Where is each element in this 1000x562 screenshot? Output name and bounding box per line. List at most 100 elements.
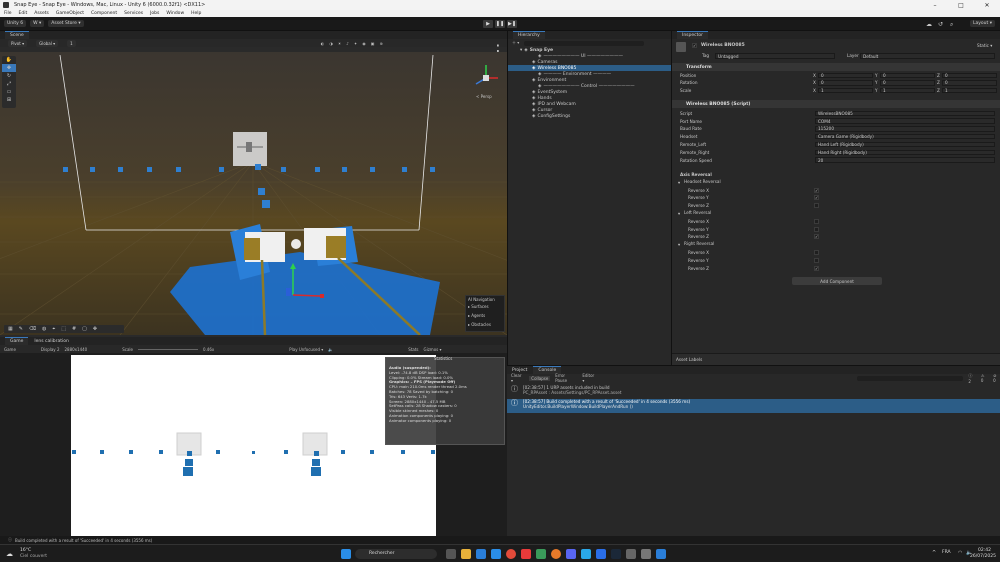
transform-z-field[interactable]: 0 — [942, 80, 997, 86]
scale-tool-icon[interactable]: ⤢ — [2, 80, 16, 88]
select-icon[interactable]: ⬚ — [61, 326, 66, 332]
script-field-value[interactable]: 20 — [815, 157, 995, 163]
clear-dropdown[interactable]: Clear ▾ — [511, 373, 524, 383]
unity-icon[interactable] — [641, 549, 651, 559]
menu-gameobject[interactable]: GameObject — [56, 11, 84, 16]
clock-date[interactable]: 26/07/2025 — [970, 554, 996, 559]
play-button[interactable]: ▶ — [483, 20, 493, 28]
weather-desc[interactable]: Ciel couvert — [20, 554, 47, 559]
tab-inspector[interactable]: Inspector — [677, 31, 708, 39]
transform-z-field[interactable]: 1 — [942, 87, 997, 93]
history-icon[interactable]: ↺ — [938, 21, 943, 28]
transform-x-field[interactable]: 0 — [818, 80, 873, 86]
scene-viewport[interactable]: ✋ ✥ ↻ ⤢ ▭ ⊞ < Persp ▦ ✎ ⌫ ◍ ⌖ ⬚ # ▢ ✥ AI Navigat… — [0, 52, 507, 335]
start-icon[interactable] — [341, 549, 351, 559]
warning-count[interactable]: ⚠ 0 — [981, 373, 988, 383]
transform-x-field[interactable]: 0 — [818, 72, 873, 78]
error-pause-toggle[interactable]: Error Pause — [555, 373, 577, 383]
console-log-entry[interactable]: ⓘ [02:38:57] 1 URP assets included in bui… — [507, 385, 1000, 399]
menu-edit[interactable]: Edit — [19, 11, 28, 16]
script-field-value[interactable]: COM4 — [815, 118, 995, 124]
pick-icon[interactable]: ⌖ — [52, 326, 55, 332]
menu-file[interactable]: File — [4, 11, 12, 16]
move-icon[interactable]: ✥ — [93, 326, 97, 332]
box-icon[interactable]: ▢ — [82, 326, 87, 332]
maximize-button[interactable]: □ — [948, 0, 974, 10]
grid-snap-field[interactable]: 1 — [67, 39, 76, 47]
account-dropdown[interactable]: Unity 6 — [4, 20, 27, 27]
reversal-checkbox[interactable] — [814, 249, 819, 255]
clock-time[interactable]: 02:42 — [978, 548, 991, 553]
rect-tool-icon[interactable]: ▭ — [2, 88, 16, 96]
asset-labels-bar[interactable]: Asset Labels — [672, 353, 1000, 365]
reversal-checkbox[interactable]: ✓ — [814, 195, 819, 201]
move-tool-icon[interactable]: ✥ — [2, 64, 16, 72]
transform-tool-icon[interactable]: ⊞ — [2, 96, 16, 104]
editor-dropdown[interactable]: Editor ▾ — [582, 373, 597, 383]
hand-tool-icon[interactable]: ✋ — [2, 56, 16, 64]
reversal-checkbox[interactable]: ✓ — [814, 234, 819, 240]
minimize-button[interactable]: – — [922, 0, 948, 10]
console-search-input[interactable] — [856, 375, 964, 381]
tab-game[interactable]: Game — [5, 337, 29, 345]
chrome-icon[interactable] — [506, 549, 516, 559]
script-field-value[interactable]: WirelessBNO085 — [815, 110, 995, 116]
tray-chevron-icon[interactable]: ^ — [932, 550, 936, 556]
opera-icon[interactable] — [521, 549, 531, 559]
global-dropdown[interactable]: Global ▾ — [36, 39, 59, 47]
gizmos-dropdown[interactable]: Gizmos ▾ — [424, 347, 442, 352]
scene-render[interactable] — [0, 52, 507, 335]
static-dropdown[interactable]: Static ▾ — [977, 43, 992, 48]
error-count[interactable]: ⊘ 0 — [993, 373, 1000, 383]
reversal-group-header[interactable]: ▾ — [672, 210, 1000, 217]
transform-z-field[interactable]: 0 — [942, 72, 997, 78]
reversal-checkbox[interactable] — [814, 257, 819, 263]
tab-scene[interactable]: Scene — [5, 31, 29, 39]
console-log-entry[interactable]: ⓘ [02:38:57] Build completed with a resul… — [507, 399, 1000, 413]
unity-hub-icon[interactable] — [626, 549, 636, 559]
mute-icon[interactable]: 🔈 — [328, 347, 333, 352]
vscode-icon[interactable] — [656, 549, 666, 559]
overlay-item-surfaces[interactable]: ▸ Surfaces — [468, 302, 502, 311]
info-count[interactable]: ⓘ 2 — [968, 373, 976, 384]
orientation-gizmo[interactable] — [470, 62, 502, 94]
eraser-icon[interactable]: ⌫ — [29, 326, 36, 332]
edge-icon[interactable] — [476, 549, 486, 559]
layer-dropdown[interactable]: Default — [860, 52, 995, 59]
step-button[interactable]: ▶❚ — [507, 20, 517, 28]
add-component-button[interactable]: Add Component — [792, 277, 882, 285]
asset-store-dropdown[interactable]: Asset Store ▾ — [48, 20, 84, 27]
scale-slider[interactable] — [137, 348, 198, 350]
pivot-dropdown[interactable]: Pivot ▾ — [8, 39, 28, 47]
game-view[interactable] — [71, 355, 436, 536]
rotate-tool-icon[interactable]: ↻ — [2, 72, 16, 80]
tag-dropdown[interactable]: Untagged — [715, 52, 835, 59]
transform-x-field[interactable]: 1 — [818, 87, 873, 93]
tab-project[interactable]: Project — [512, 368, 533, 373]
tab-lens-calibration[interactable]: lens calibration — [28, 339, 68, 344]
fill-icon[interactable]: ◍ — [42, 326, 46, 332]
brush-icon[interactable]: ✎ — [19, 326, 23, 332]
script-field-value[interactable]: Hand Left (Rigidbody) — [815, 141, 995, 148]
tab-hierarchy[interactable]: Hierarchy — [513, 31, 545, 39]
add-icon[interactable]: ＋ ▾ — [512, 40, 519, 46]
menu-component[interactable]: Component — [91, 11, 117, 16]
display-dropdown[interactable]: Display 2 — [41, 347, 60, 352]
weather-temp[interactable]: 16°C — [20, 548, 31, 553]
script-field-value[interactable]: Hand Right (Rigidbody) — [815, 149, 995, 155]
gizmos-icon[interactable]: ⊕ — [380, 41, 383, 46]
hierarchy-search-input[interactable] — [524, 40, 645, 46]
tile-palette-icon[interactable]: ▦ — [8, 326, 13, 332]
transform-y-field[interactable]: 1 — [880, 87, 935, 93]
collapse-toggle[interactable]: Collapse — [529, 375, 551, 381]
reversal-checkbox[interactable] — [814, 203, 819, 209]
play-focus-dropdown[interactable]: Play Unfocused ▾ — [289, 347, 323, 352]
2d-toggle-icon[interactable]: ◑ — [329, 41, 333, 46]
menu-services[interactable]: Services — [124, 11, 143, 16]
transform-y-field[interactable]: 0 — [880, 72, 935, 78]
transform-header[interactable]: Transform — [672, 63, 1000, 71]
store-icon[interactable] — [491, 549, 501, 559]
reversal-checkbox[interactable]: ✓ — [814, 187, 819, 193]
telegram-icon[interactable] — [581, 549, 591, 559]
app-icon[interactable] — [536, 549, 546, 559]
